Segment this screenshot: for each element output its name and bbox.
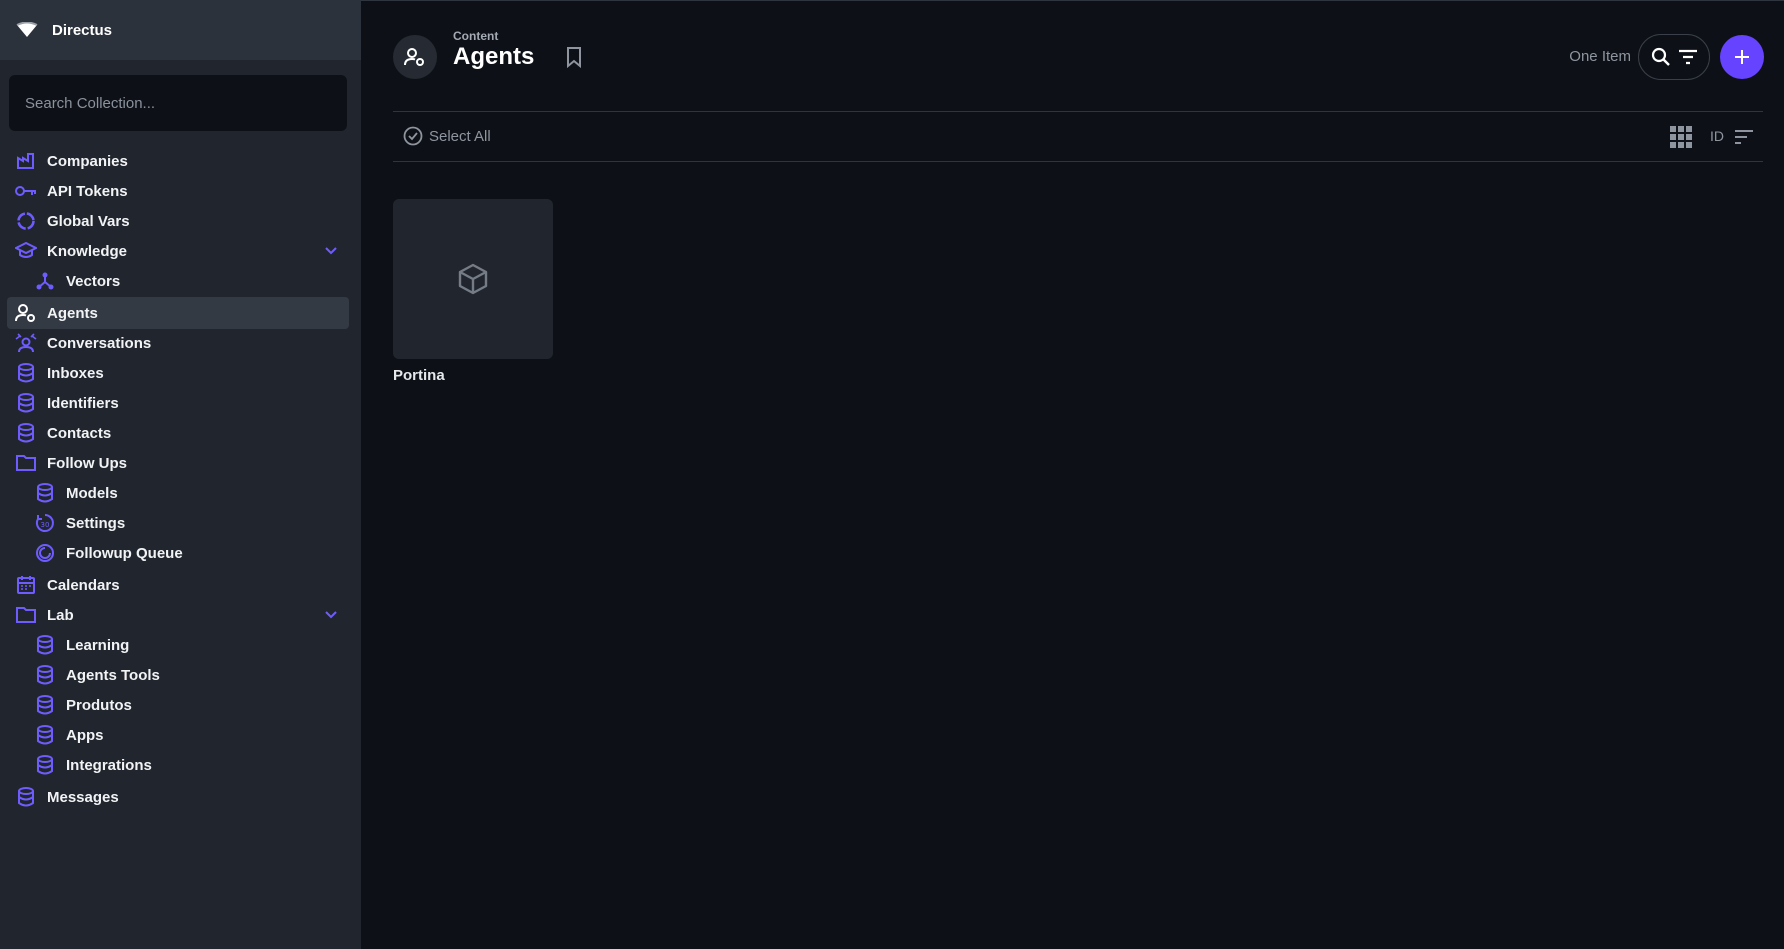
sidebar-item-contacts[interactable]: Contacts: [7, 417, 349, 449]
sidebar-item-label: Conversations: [47, 334, 152, 352]
database-icon: [34, 664, 56, 686]
sort-direction-icon[interactable]: [1734, 127, 1754, 147]
sidebar-item-settings[interactable]: 30 Settings: [7, 507, 349, 539]
cube-icon: [458, 263, 488, 295]
sidebar-item-conversations[interactable]: Conversations: [7, 327, 349, 359]
sidebar-item-label: Produtos: [66, 696, 132, 714]
sidebar: Directus Companies API Tokens Global Var…: [0, 0, 361, 949]
database-icon: [15, 786, 37, 808]
app-name: Directus: [52, 21, 113, 39]
item-card[interactable]: Portina: [393, 199, 553, 384]
collection-search[interactable]: [9, 75, 347, 131]
sidebar-item-agents[interactable]: Agents: [7, 297, 349, 329]
sidebar-item-label: Followup Queue: [66, 544, 183, 562]
sidebar-item-label: Global Vars: [47, 212, 130, 230]
sidebar-item-label: Inboxes: [47, 364, 104, 382]
database-icon: [15, 392, 37, 414]
sidebar-item-lab[interactable]: Lab: [7, 599, 349, 631]
sidebar-item-agents-tools[interactable]: Agents Tools: [7, 659, 349, 691]
sidebar-item-vectors[interactable]: Vectors: [7, 265, 349, 297]
sidebar-item-label: Identifiers: [47, 394, 119, 412]
breadcrumb[interactable]: Content: [453, 29, 498, 43]
group-chat-icon: [15, 332, 37, 354]
sidebar-item-integrations[interactable]: Integrations: [7, 749, 349, 781]
database-icon: [34, 634, 56, 656]
timer-30-icon: 30: [34, 512, 56, 534]
bookmark-icon[interactable]: [564, 46, 584, 68]
sidebar-item-label: API Tokens: [47, 182, 128, 200]
layout-toolbar: Select All ID: [393, 111, 1763, 162]
sidebar-item-label: Models: [66, 484, 118, 502]
sidebar-item-messages[interactable]: Messages: [7, 781, 349, 813]
sidebar-item-label: Messages: [47, 788, 119, 806]
collection-icon-button[interactable]: [393, 35, 437, 79]
key-icon: [15, 180, 37, 202]
check-circle-icon: [403, 126, 423, 146]
search-icon[interactable]: [1651, 47, 1671, 67]
sidebar-item-identifiers[interactable]: Identifiers: [7, 387, 349, 419]
sidebar-item-api-tokens[interactable]: API Tokens: [7, 175, 349, 207]
folder-icon: [15, 452, 37, 474]
hub-icon: [34, 270, 56, 292]
sidebar-item-inboxes[interactable]: Inboxes: [7, 357, 349, 389]
sort-field[interactable]: ID: [1710, 128, 1724, 144]
sidebar-item-follow-ups[interactable]: Follow Ups: [7, 447, 349, 479]
user-gear-icon: [15, 302, 37, 324]
select-all-button[interactable]: Select All: [403, 126, 491, 146]
database-icon: [34, 724, 56, 746]
search-input[interactable]: [25, 94, 331, 112]
circle-progress-icon: [15, 210, 37, 232]
select-all-label: Select All: [429, 127, 491, 145]
card-thumbnail: [393, 199, 553, 359]
sidebar-item-label: Agents: [47, 304, 98, 322]
sidebar-item-models[interactable]: Models: [7, 477, 349, 509]
database-icon: [34, 482, 56, 504]
sidebar-item-label: Integrations: [66, 756, 152, 774]
sidebar-item-knowledge[interactable]: Knowledge: [7, 235, 349, 267]
database-icon: [34, 694, 56, 716]
page-title: Agents: [453, 43, 535, 70]
sidebar-item-label: Follow Ups: [47, 454, 127, 472]
grid-size-icon[interactable]: [1670, 126, 1692, 148]
directus-logo-icon: [16, 21, 38, 39]
sidebar-item-label: Agents Tools: [66, 666, 160, 684]
brand-header[interactable]: Directus: [0, 0, 361, 60]
sidebar-item-global-vars[interactable]: Global Vars: [7, 205, 349, 237]
sidebar-item-label: Vectors: [66, 272, 121, 290]
sidebar-item-label: Companies: [47, 152, 128, 170]
item-count: One Item: [1569, 48, 1631, 65]
svg-text:30: 30: [41, 521, 50, 529]
factory-icon: [15, 150, 37, 172]
sidebar-item-label: Contacts: [47, 424, 112, 442]
cycle-icon: [34, 542, 56, 564]
graduation-cap-icon: [15, 240, 37, 262]
sidebar-item-label: Lab: [47, 606, 74, 624]
user-gear-icon: [404, 48, 424, 66]
sidebar-item-apps[interactable]: Apps: [7, 719, 349, 751]
sidebar-item-produtos[interactable]: Produtos: [7, 689, 349, 721]
chevron-down-icon[interactable]: [323, 243, 339, 259]
sidebar-item-companies[interactable]: Companies: [7, 145, 349, 177]
chevron-down-icon[interactable]: [323, 607, 339, 623]
sidebar-item-learning[interactable]: Learning: [7, 629, 349, 661]
sidebar-item-label: Settings: [66, 514, 126, 532]
database-icon: [34, 754, 56, 776]
create-item-button[interactable]: [1720, 35, 1764, 79]
search-filter-group: [1638, 34, 1710, 80]
filter-icon[interactable]: [1678, 49, 1698, 65]
sidebar-item-label: Apps: [66, 726, 104, 744]
folder-icon: [15, 604, 37, 626]
sidebar-item-label: Calendars: [47, 576, 120, 594]
database-icon: [15, 422, 37, 444]
main-content: Content Agents One Item Select All ID Po…: [361, 0, 1784, 949]
sidebar-item-calendars[interactable]: Calendars: [7, 569, 349, 601]
card-title: Portina: [393, 367, 445, 384]
sidebar-item-label: Knowledge: [47, 242, 128, 260]
sidebar-item-followup-queue[interactable]: Followup Queue: [7, 537, 349, 569]
database-icon: [15, 362, 37, 384]
sidebar-item-label: Learning: [66, 636, 130, 654]
calendar-icon: [15, 574, 37, 596]
plus-icon: [1735, 50, 1749, 64]
